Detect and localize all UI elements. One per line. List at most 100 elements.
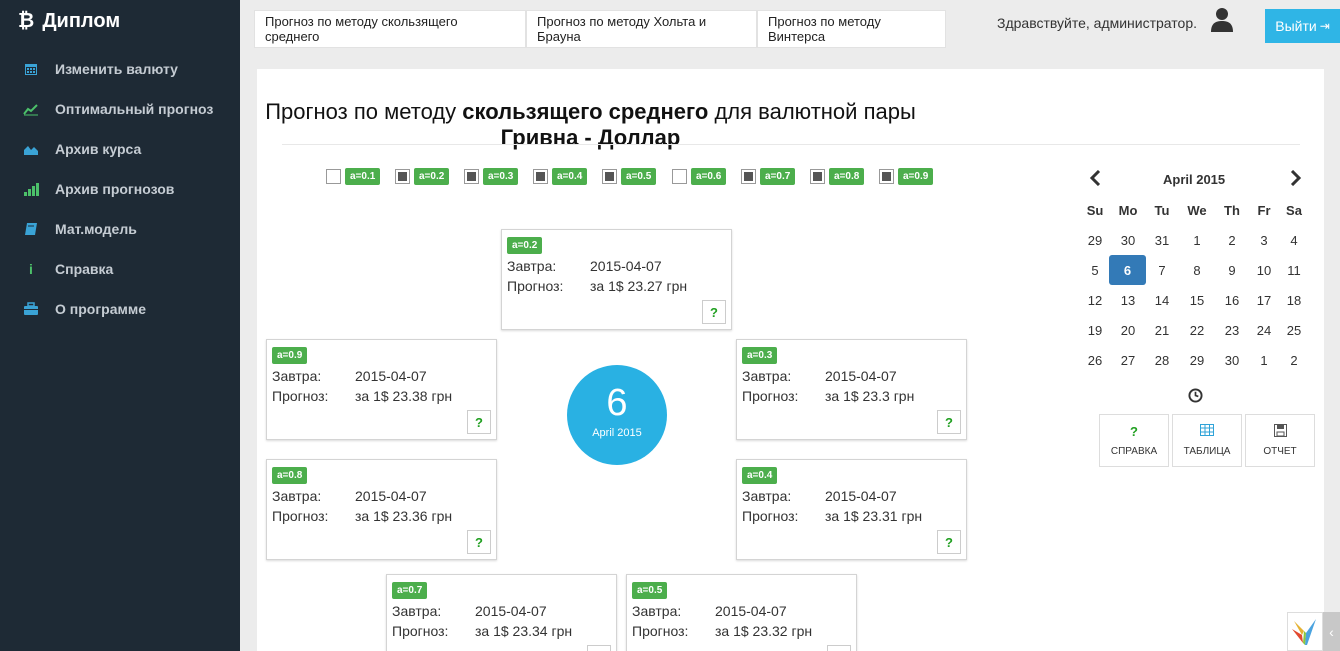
sidebar-item-help[interactable]: i Справка bbox=[22, 258, 113, 280]
calendar-day[interactable]: 19 bbox=[1078, 315, 1112, 345]
checkbox[interactable] bbox=[810, 169, 825, 184]
calendar-day[interactable]: 24 bbox=[1247, 315, 1281, 345]
calendar-day[interactable]: 31 bbox=[1145, 225, 1179, 255]
alpha-badge: a=0.9 bbox=[898, 168, 934, 185]
sidebar-item-change-currency[interactable]: Изменить валюту bbox=[22, 58, 178, 80]
calendar-day[interactable]: 1 bbox=[1180, 225, 1214, 255]
calendar-day[interactable]: 10 bbox=[1247, 255, 1281, 285]
sidebar-item-about[interactable]: О программе bbox=[22, 298, 146, 320]
forecast-row: Прогноз: за 1$ 23.3 грн bbox=[742, 388, 914, 404]
calendar-dow-header: Th bbox=[1224, 202, 1240, 218]
report-tool-button[interactable]: ОТЧЕТ bbox=[1245, 414, 1315, 467]
title-divider bbox=[282, 144, 1300, 145]
calendar-day[interactable]: 25 bbox=[1277, 315, 1311, 345]
alpha-badge: a=0.2 bbox=[507, 237, 543, 254]
alpha-checkbox-0.8[interactable]: a=0.8 bbox=[810, 168, 865, 185]
calendar-dow-header: Mo bbox=[1118, 202, 1138, 218]
tab-winters[interactable]: Прогноз по методу Винтерса bbox=[757, 10, 946, 48]
sidebar-item-math-model[interactable]: Мат.модель bbox=[22, 218, 137, 240]
calendar-day[interactable]: 8 bbox=[1180, 255, 1214, 285]
calendar-day[interactable]: 5 bbox=[1078, 255, 1112, 285]
alpha-checkbox-0.1[interactable]: a=0.1 bbox=[326, 168, 381, 185]
help-button[interactable]: ? bbox=[937, 530, 961, 554]
help-button[interactable]: ? bbox=[467, 530, 491, 554]
calendar-day[interactable]: 30 bbox=[1215, 345, 1249, 375]
alpha-checkbox-0.3[interactable]: a=0.3 bbox=[464, 168, 519, 185]
tomorrow-row: Завтра: 2015-04-07 bbox=[742, 368, 897, 384]
calendar-day[interactable]: 28 bbox=[1145, 345, 1179, 375]
line-chart-icon bbox=[22, 102, 40, 116]
calendar-day[interactable]: 26 bbox=[1078, 345, 1112, 375]
question-icon: ? bbox=[1130, 424, 1138, 439]
calendar-day[interactable]: 20 bbox=[1111, 315, 1145, 345]
checkbox[interactable] bbox=[602, 169, 617, 184]
alpha-badge: a=0.3 bbox=[483, 168, 519, 185]
selected-date-circle: 6 April 2015 bbox=[567, 365, 667, 465]
title-part: Прогноз по методу bbox=[265, 99, 463, 124]
calendar-day[interactable]: 2 bbox=[1277, 345, 1311, 375]
calendar-day[interactable]: 2 bbox=[1215, 225, 1249, 255]
alpha-checkbox-0.7[interactable]: a=0.7 bbox=[741, 168, 796, 185]
calendar-day[interactable]: 29 bbox=[1180, 345, 1214, 375]
calendar-day[interactable]: 7 bbox=[1145, 255, 1179, 285]
brand[interactable]: ₿ Диплом bbox=[18, 10, 120, 33]
forecast-date: 2015-04-07 bbox=[825, 368, 897, 384]
help-button[interactable]: ? bbox=[937, 410, 961, 434]
calendar-day[interactable]: 23 bbox=[1215, 315, 1249, 345]
calendar-day[interactable]: 21 bbox=[1145, 315, 1179, 345]
alpha-checkbox-0.4[interactable]: a=0.4 bbox=[533, 168, 588, 185]
calendar-month-title[interactable]: April 2015 bbox=[1163, 172, 1225, 187]
calendar-day-selected[interactable]: 6 bbox=[1109, 255, 1146, 285]
help-button[interactable]: ? bbox=[587, 645, 611, 651]
logout-button[interactable]: Выйти ⇥ bbox=[1265, 9, 1340, 43]
alpha-badge: a=0.8 bbox=[829, 168, 865, 185]
chevron-left-icon[interactable]: ‹ bbox=[1323, 612, 1340, 651]
table-tool-button[interactable]: ТАБЛИЦА bbox=[1172, 414, 1242, 467]
alpha-checkbox-0.5[interactable]: a=0.5 bbox=[602, 168, 657, 185]
forecast-row: Прогноз: за 1$ 23.36 грн bbox=[272, 508, 452, 524]
calendar-day[interactable]: 15 bbox=[1180, 285, 1214, 315]
calendar-day[interactable]: 4 bbox=[1277, 225, 1311, 255]
calendar-day[interactable]: 1 bbox=[1247, 345, 1281, 375]
calendar-day[interactable]: 9 bbox=[1215, 255, 1249, 285]
calendar-day[interactable]: 14 bbox=[1145, 285, 1179, 315]
checkbox[interactable] bbox=[326, 169, 341, 184]
calendar-day[interactable]: 11 bbox=[1277, 255, 1311, 285]
debug-toolbar-logo[interactable] bbox=[1287, 612, 1323, 651]
help-button[interactable]: ? bbox=[827, 645, 851, 651]
alpha-checkbox-0.6[interactable]: a=0.6 bbox=[672, 168, 727, 185]
calendar-next-button[interactable] bbox=[1290, 169, 1302, 191]
calendar-day[interactable]: 12 bbox=[1078, 285, 1112, 315]
sidebar-item-rate-archive[interactable]: Архив курса bbox=[22, 138, 141, 160]
help-tool-button[interactable]: ? СПРАВКА bbox=[1099, 414, 1169, 467]
checkbox[interactable] bbox=[464, 169, 479, 184]
checkbox[interactable] bbox=[879, 169, 894, 184]
sidebar-item-forecast-archive[interactable]: Архив прогнозов bbox=[22, 178, 174, 200]
calendar-prev-button[interactable] bbox=[1089, 169, 1101, 191]
help-button[interactable]: ? bbox=[702, 300, 726, 324]
calendar-day[interactable]: 27 bbox=[1111, 345, 1145, 375]
calendar-day[interactable]: 22 bbox=[1180, 315, 1214, 345]
alpha-checkbox-0.9[interactable]: a=0.9 bbox=[879, 168, 934, 185]
tab-holt-brown[interactable]: Прогноз по методу Хольта и Брауна bbox=[526, 10, 757, 48]
calendar-day[interactable]: 30 bbox=[1111, 225, 1145, 255]
forecast-card: a=0.8 Завтра: 2015-04-07 Прогноз: за 1$ 23… bbox=[266, 459, 497, 560]
checkbox[interactable] bbox=[672, 169, 687, 184]
checkbox[interactable] bbox=[741, 169, 756, 184]
checkbox[interactable] bbox=[395, 169, 410, 184]
checkbox[interactable] bbox=[533, 169, 548, 184]
alpha-checkbox-0.2[interactable]: a=0.2 bbox=[395, 168, 450, 185]
calendar-day[interactable]: 16 bbox=[1215, 285, 1249, 315]
help-button[interactable]: ? bbox=[467, 410, 491, 434]
calendar-day[interactable]: 29 bbox=[1078, 225, 1112, 255]
info-icon: i bbox=[29, 261, 33, 277]
calendar-day[interactable]: 3 bbox=[1247, 225, 1281, 255]
calendar-day[interactable]: 18 bbox=[1277, 285, 1311, 315]
clock-icon[interactable] bbox=[1188, 388, 1203, 403]
calendar-day[interactable]: 17 bbox=[1247, 285, 1281, 315]
calendar-day[interactable]: 13 bbox=[1111, 285, 1145, 315]
tab-moving-average[interactable]: Прогноз по методу скользящего среднего bbox=[254, 10, 526, 48]
sidebar-item-optimal-forecast[interactable]: Оптимальный прогноз bbox=[22, 98, 213, 120]
tool-label: ОТЧЕТ bbox=[1263, 446, 1297, 457]
user-icon[interactable] bbox=[1210, 6, 1234, 32]
